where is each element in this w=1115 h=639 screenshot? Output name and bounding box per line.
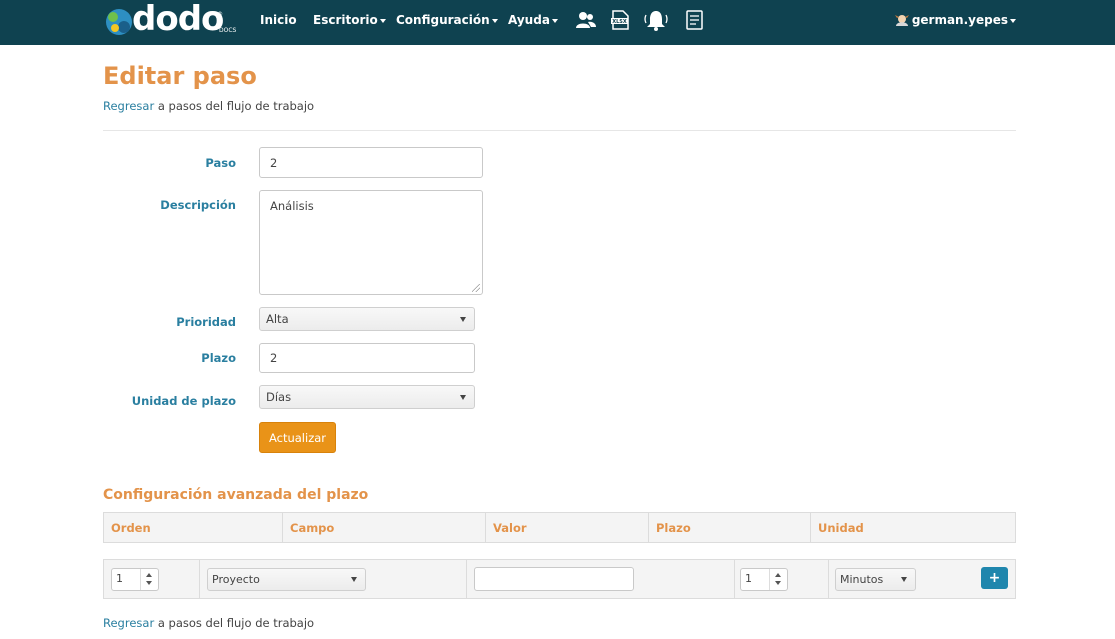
table-row: 1 Proyecto 1 Minutos + (103, 559, 1016, 599)
cell-divider (734, 560, 735, 598)
add-row-button[interactable]: + (981, 567, 1008, 589)
user-name: german.yepes (911, 13, 1008, 27)
row-unidad-value: Minutos (840, 573, 884, 586)
column-header-unidad: Unidad (818, 521, 864, 535)
dodo-docs-logo[interactable]: dodo ® DOCS (104, 0, 240, 41)
back-text-top: a pasos del flujo de trabajo (154, 99, 315, 113)
prioridad-value: Alta (266, 312, 289, 326)
nav-ayuda-label: Ayuda (508, 13, 550, 27)
spinner-arrows-icon[interactable] (140, 569, 158, 590)
caret-down-icon (551, 18, 558, 23)
prioridad-label: Prioridad (176, 315, 236, 329)
unidad-plazo-select[interactable]: Días (259, 385, 475, 409)
dropdown-arrow-icon (460, 317, 466, 322)
document-list-icon[interactable] (683, 9, 705, 31)
plazo-label: Plazo (201, 351, 236, 365)
user-menu[interactable]: german.yepes (894, 13, 1016, 27)
dropdown-arrow-icon (351, 577, 357, 582)
column-header-plazo: Plazo (649, 513, 811, 542)
paso-input[interactable]: 2 (259, 147, 483, 178)
nav-inicio[interactable]: Inicio (260, 13, 297, 27)
svg-text:XLSX: XLSX (612, 19, 627, 25)
user-avatar-icon (894, 15, 909, 26)
prioridad-select[interactable]: Alta (259, 307, 475, 331)
column-header-orden: Orden (104, 513, 283, 542)
nav-inicio-label: Inicio (260, 13, 297, 27)
plazo-value: 2 (270, 351, 278, 365)
paso-value: 2 (270, 155, 278, 170)
descripcion-label: Descripción (160, 198, 236, 212)
users-icon[interactable] (575, 9, 597, 31)
resize-grip-icon[interactable] (472, 284, 480, 292)
descripcion-value: Análisis (270, 199, 314, 213)
back-line-bottom: Regresar a pasos del flujo de trabajo (103, 616, 314, 630)
bell-icon[interactable] (643, 9, 669, 31)
divider (103, 130, 1016, 131)
unidad-plazo-value: Días (266, 390, 292, 404)
caret-down-icon (1010, 18, 1016, 23)
unidad-plazo-label: Unidad de plazo (131, 394, 236, 408)
logo-mark-icon (106, 9, 132, 35)
caret-down-icon (379, 18, 386, 23)
cell-divider (466, 560, 467, 598)
cell-divider (199, 560, 200, 598)
orden-spinner[interactable]: 1 (111, 568, 159, 591)
nav-configuracion-label: Configuración (396, 13, 490, 27)
plazo-spinner[interactable]: 1 (740, 568, 788, 591)
dropdown-arrow-icon (901, 577, 907, 582)
spinner-arrows-icon[interactable] (769, 569, 787, 590)
nav-escritorio-label: Escritorio (313, 13, 378, 27)
orden-value: 1 (116, 572, 123, 585)
plazo-input[interactable]: 2 (259, 343, 475, 373)
nav-ayuda[interactable]: Ayuda (508, 13, 558, 27)
caret-down-icon (491, 18, 498, 23)
column-header-campo: Campo (283, 513, 486, 542)
back-link-top[interactable]: Regresar (103, 99, 154, 113)
logo-registered-mark: ® (217, 11, 223, 18)
row-plazo-value: 1 (745, 572, 752, 585)
advanced-section-title: Configuración avanzada del plazo (103, 487, 369, 503)
nav-configuracion[interactable]: Configuración (396, 13, 498, 27)
top-navbar: dodo ® DOCS Inicio Escritorio Configurac… (0, 0, 1115, 45)
page-title: Editar paso (103, 62, 257, 90)
cell-divider (828, 560, 829, 598)
logo-text: dodo (132, 0, 224, 39)
dropdown-arrow-icon (460, 395, 466, 400)
paso-label: Paso (205, 156, 236, 170)
campo-select[interactable]: Proyecto (207, 568, 366, 591)
advanced-table-header: Orden Campo Valor Plazo Unidad (103, 512, 1016, 543)
column-header-valor: Valor (486, 513, 649, 542)
campo-value: Proyecto (212, 573, 260, 586)
nav-escritorio[interactable]: Escritorio (313, 13, 386, 27)
actualizar-button[interactable]: Actualizar (259, 422, 336, 453)
back-line-top: Regresar a pasos del flujo de trabajo (103, 99, 314, 113)
logo-subtext: DOCS (219, 27, 237, 34)
valor-input[interactable] (474, 567, 634, 591)
xlsx-file-icon[interactable]: XLSX (609, 9, 631, 31)
back-link-bottom[interactable]: Regresar (103, 616, 154, 630)
descripcion-textarea[interactable]: Análisis (259, 190, 483, 295)
back-text-bottom: a pasos del flujo de trabajo (154, 616, 315, 630)
unidad-select[interactable]: Minutos (835, 568, 916, 591)
